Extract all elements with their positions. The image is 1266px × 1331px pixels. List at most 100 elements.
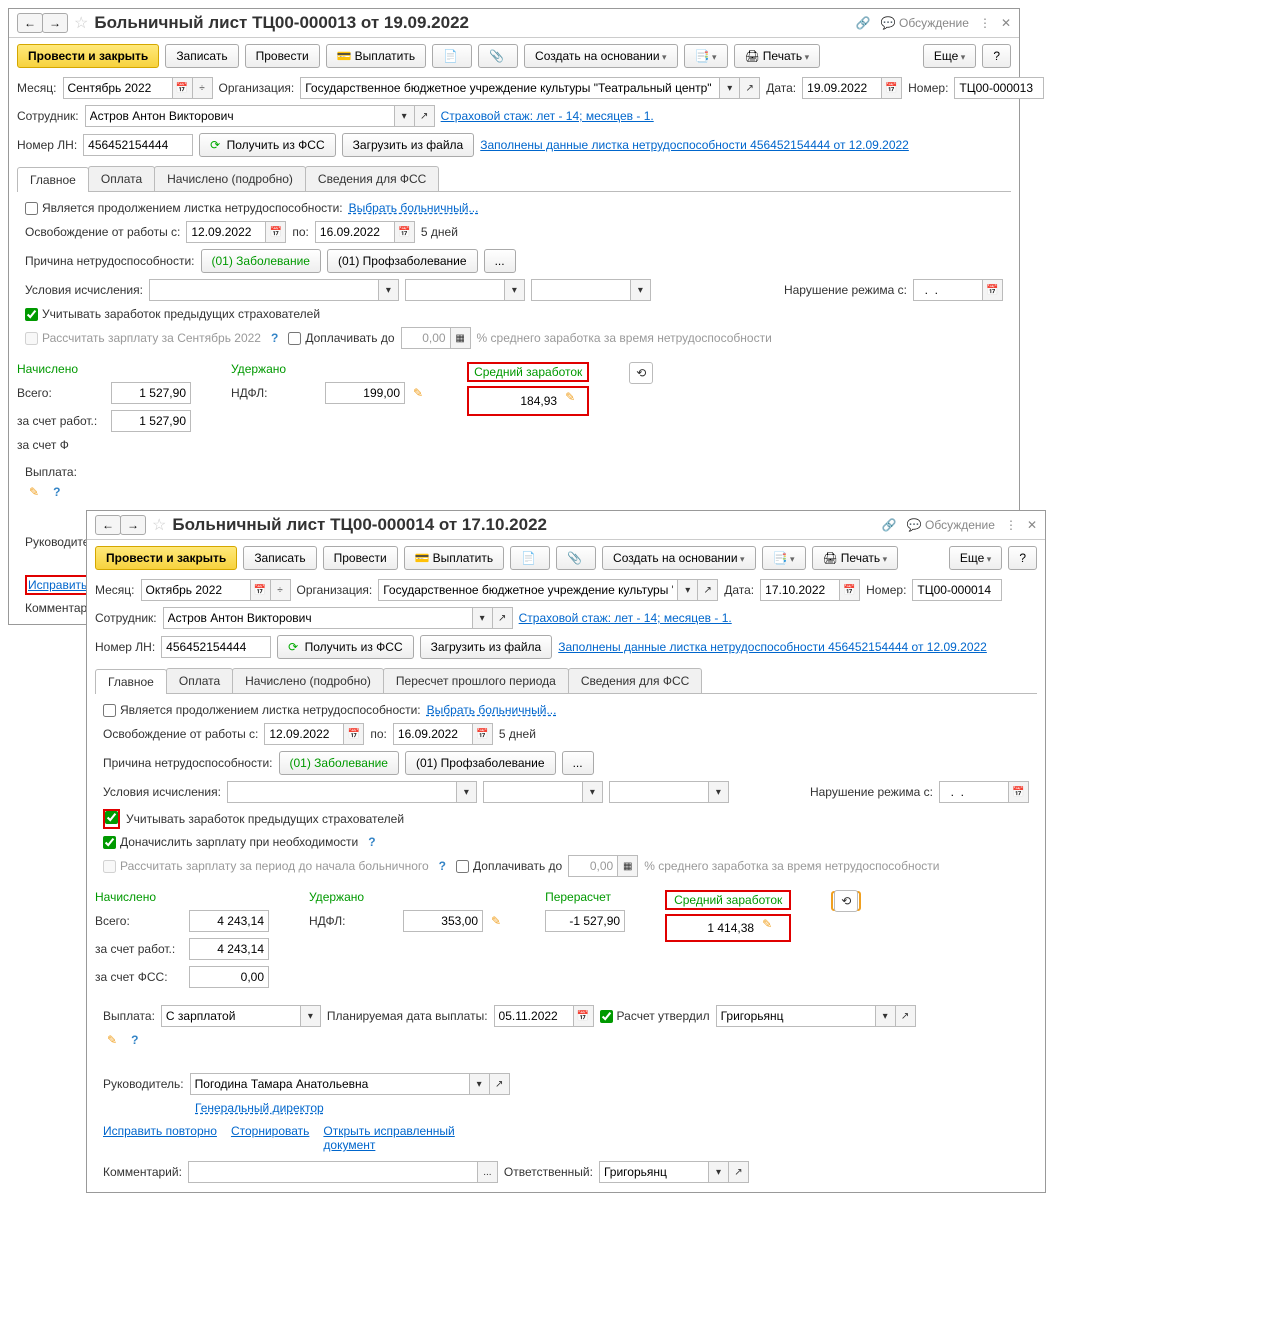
help-icon[interactable]: ? [364, 835, 379, 849]
tab-recalc[interactable]: Пересчет прошлого периода [383, 668, 569, 693]
edit-icon[interactable]: ✎ [103, 1033, 121, 1047]
calc-approved-check[interactable]: Расчет утвердил [600, 1009, 710, 1023]
filled-link[interactable]: Заполнены данные листка нетрудоспособнос… [480, 138, 909, 152]
close-icon[interactable]: ✕ [1001, 16, 1011, 30]
more-icon[interactable]: ... [478, 1161, 498, 1183]
get-fss-button[interactable]: Получить из ФСС [277, 635, 413, 659]
open-icon[interactable]: ↗ [490, 1073, 510, 1095]
dropdown-icon[interactable]: ▾ [876, 1005, 896, 1027]
tab-payment[interactable]: Оплата [88, 166, 155, 191]
continuation-check[interactable]: Является продолжением листка нетрудоспос… [103, 703, 421, 717]
dropdown-icon[interactable]: ▾ [631, 279, 651, 301]
calendar-icon[interactable]: 📅 [473, 723, 493, 745]
tab-payment[interactable]: Оплата [166, 668, 233, 693]
star-icon[interactable]: ☆ [74, 13, 88, 33]
more-button[interactable]: Еще [949, 546, 1002, 570]
close-icon[interactable]: ✕ [1027, 518, 1037, 532]
cond3-input[interactable] [531, 279, 631, 301]
load-file-button[interactable]: Загрузить из файла [420, 635, 553, 659]
org-input[interactable] [300, 77, 720, 99]
topup-input[interactable] [568, 855, 618, 877]
topup-input[interactable] [401, 327, 451, 349]
prev-insurer-check[interactable] [105, 811, 118, 824]
post-button[interactable]: Провести [323, 546, 398, 570]
total-input[interactable] [189, 910, 269, 932]
nav-fwd-button[interactable]: → [42, 13, 68, 33]
calendar-icon[interactable]: 📅 [882, 77, 902, 99]
cause1-button[interactable]: (01) Заболевание [201, 249, 321, 273]
filled-link[interactable]: Заполнены данные листка нетрудоспособнос… [558, 640, 987, 654]
resp-input[interactable] [599, 1161, 709, 1183]
edit-icon[interactable]: ✎ [487, 914, 505, 928]
dropdown-icon[interactable]: ▾ [379, 279, 399, 301]
fss-part-input[interactable] [189, 966, 269, 988]
more-button[interactable]: Еще [923, 44, 976, 68]
calendar-icon[interactable]: 📅 [574, 1005, 594, 1027]
edit-icon[interactable]: ✎ [409, 386, 427, 400]
cond3-input[interactable] [609, 781, 709, 803]
calendar-icon[interactable]: 📅 [840, 579, 860, 601]
menu-icon[interactable]: ⋮ [979, 16, 991, 30]
emp-part-input[interactable] [111, 410, 191, 432]
get-fss-button[interactable]: Получить из ФСС [199, 133, 335, 157]
comment-input[interactable] [188, 1161, 478, 1183]
doc-button[interactable] [510, 546, 550, 570]
dropdown-icon[interactable]: ▾ [473, 607, 493, 629]
num-input[interactable] [954, 77, 1044, 99]
fix-link[interactable]: Исправить [28, 578, 87, 592]
cond2-input[interactable] [483, 781, 583, 803]
menu-icon[interactable]: ⋮ [1005, 518, 1017, 532]
choose-sick-link[interactable]: Выбрать больничный... [427, 703, 557, 717]
calc-icon[interactable]: ▦ [451, 327, 471, 349]
cond2-input[interactable] [405, 279, 505, 301]
dropdown-icon[interactable]: ▾ [709, 1161, 729, 1183]
payout-input[interactable] [161, 1005, 301, 1027]
dropdown-icon[interactable]: ▾ [709, 781, 729, 803]
help-icon[interactable]: ? [267, 331, 282, 345]
emp-input[interactable] [163, 607, 473, 629]
refresh-button[interactable]: ⟲ [834, 890, 858, 912]
load-file-button[interactable]: Загрузить из файла [342, 133, 475, 157]
date-input[interactable] [760, 579, 840, 601]
post-close-button[interactable]: Провести и закрыть [95, 546, 237, 570]
fix-again-link[interactable]: Исправить повторно [103, 1124, 217, 1152]
calendar-icon[interactable]: 📅 [251, 579, 271, 601]
dropdown-icon[interactable]: ▾ [301, 1005, 321, 1027]
edit-icon[interactable]: ✎ [561, 390, 579, 412]
open-fixed-link[interactable]: Открыть исправленный документ [323, 1124, 473, 1152]
total-input[interactable] [111, 382, 191, 404]
ndfl-input[interactable] [403, 910, 483, 932]
insurance-link[interactable]: Страховой стаж: лет - 14; месяцев - 1. [441, 109, 654, 123]
calendar-icon[interactable]: 📅 [173, 77, 193, 99]
cause-more-button[interactable]: ... [562, 751, 594, 775]
open-icon[interactable]: ↗ [896, 1005, 916, 1027]
help-icon[interactable]: ? [49, 485, 64, 499]
help-button[interactable]: ? [982, 44, 1011, 68]
dropdown-icon[interactable]: ▾ [457, 781, 477, 803]
open-icon[interactable]: ↗ [493, 607, 513, 629]
star-icon[interactable]: ☆ [152, 515, 166, 535]
cond1-input[interactable] [227, 781, 457, 803]
post-button[interactable]: Провести [245, 44, 320, 68]
topup-check[interactable]: Доплачивать до [288, 331, 394, 345]
dropdown-icon[interactable]: ▾ [395, 105, 415, 127]
org-input[interactable] [378, 579, 678, 601]
print-button[interactable]: Печать [734, 44, 821, 68]
calc-icon[interactable]: ▦ [618, 855, 638, 877]
help-button[interactable]: ? [1008, 546, 1037, 570]
recalc-input[interactable] [545, 910, 625, 932]
open-icon[interactable]: ↗ [740, 77, 760, 99]
tab-main[interactable]: Главное [17, 167, 89, 192]
create-based-button[interactable]: Создать на основании [602, 546, 756, 570]
help-icon[interactable]: ? [127, 1033, 142, 1047]
calendar-icon[interactable]: 📅 [1009, 781, 1029, 803]
calendar-icon[interactable]: 📅 [395, 221, 415, 243]
viol-date-input[interactable] [913, 279, 983, 301]
viol-date-input[interactable] [939, 781, 1009, 803]
ln-input[interactable] [161, 636, 271, 658]
avg-input[interactable] [471, 390, 561, 412]
create-based-button[interactable]: Создать на основании [524, 44, 678, 68]
mgr-pos-link[interactable]: Генеральный директор [195, 1101, 324, 1115]
templates-button[interactable]: 📑 [684, 44, 728, 68]
calendar-icon[interactable]: 📅 [344, 723, 364, 745]
